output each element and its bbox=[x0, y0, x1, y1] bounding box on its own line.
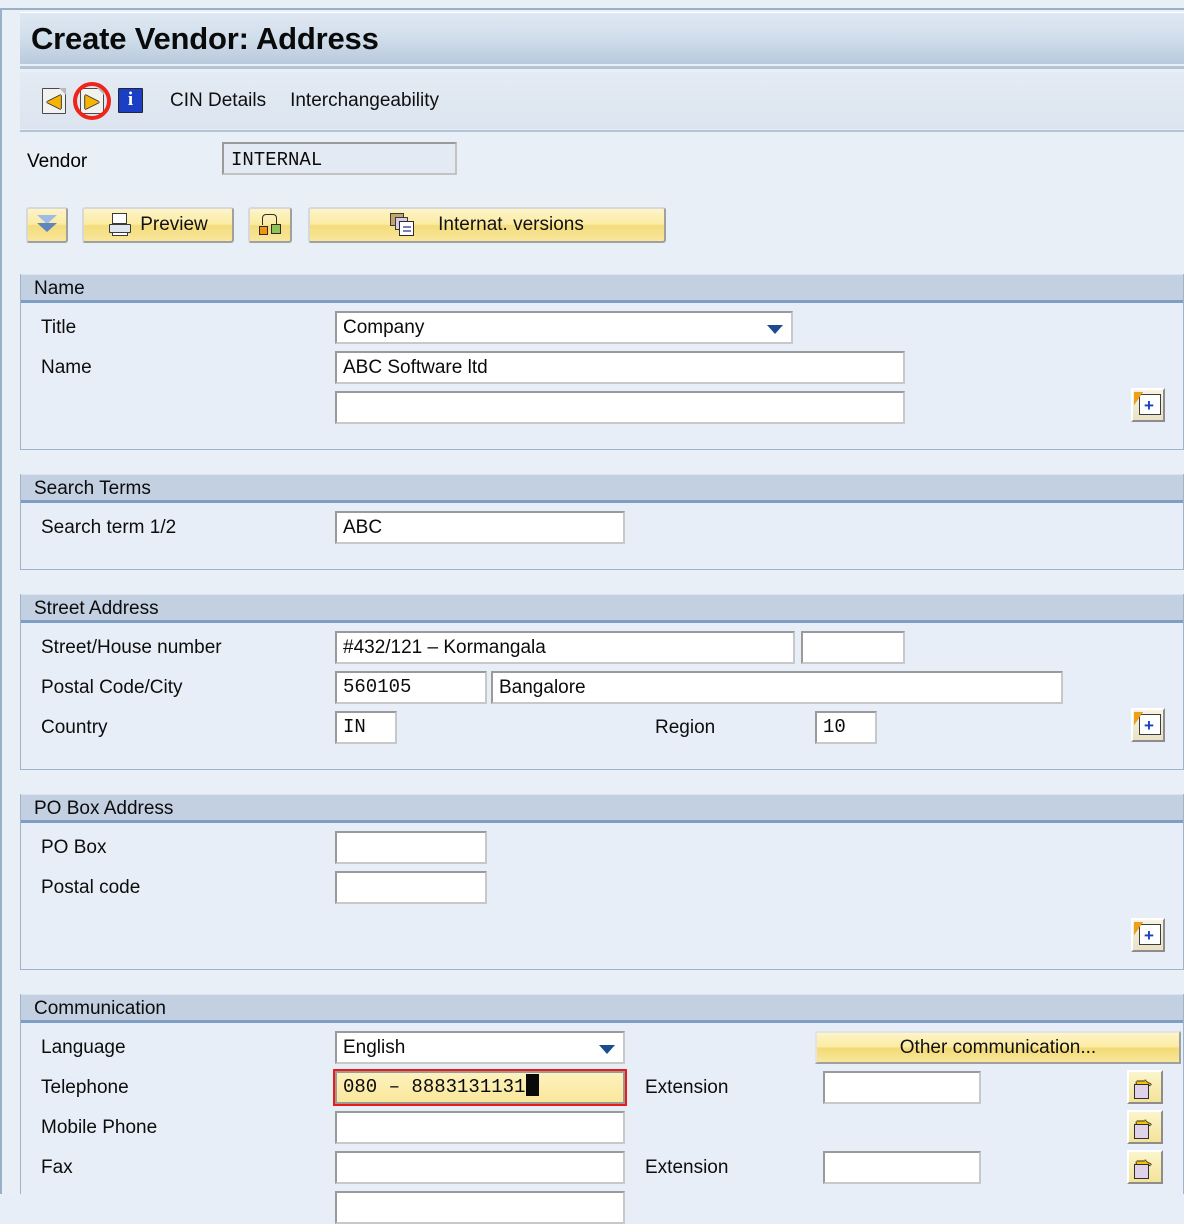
telephone-detail-arrow-button[interactable]: ➨ bbox=[1127, 1070, 1163, 1104]
address-detail-icon-pobox[interactable]: + bbox=[1131, 918, 1165, 952]
next-field-input-partial[interactable] bbox=[335, 1191, 625, 1224]
section-street-address: Street Address Street/House number #432/… bbox=[20, 594, 1184, 770]
language-label: Language bbox=[41, 1037, 126, 1058]
title-bar: Create Vendor: Address bbox=[20, 12, 1184, 64]
menu-item-interchangeability[interactable]: Interchangeability bbox=[290, 90, 439, 112]
fax-extension-input[interactable] bbox=[823, 1151, 981, 1184]
section-po-box-header: PO Box Address bbox=[21, 794, 1183, 823]
other-communication-button-label: Other communication... bbox=[899, 1036, 1097, 1058]
back-icon[interactable]: ◀ bbox=[42, 87, 68, 114]
mobile-phone-label: Mobile Phone bbox=[41, 1117, 158, 1138]
postal-city-label: Postal Code/City bbox=[41, 677, 183, 698]
name-input[interactable]: ABC Software ltd bbox=[335, 351, 905, 384]
po-postal-code-input[interactable] bbox=[335, 871, 487, 904]
documents-icon bbox=[390, 213, 416, 237]
postal-code-input[interactable]: 560105 bbox=[335, 671, 487, 704]
search-term-input[interactable]: ABC bbox=[335, 511, 625, 544]
fax-input[interactable] bbox=[335, 1151, 625, 1184]
section-communication-header: Communication bbox=[21, 994, 1183, 1023]
language-dropdown[interactable]: English bbox=[335, 1031, 625, 1064]
sap-create-vendor-address-screen: Create Vendor: Address ◀ ▶ CIN Details I… bbox=[0, 0, 1184, 1224]
title-label: Title bbox=[41, 317, 77, 338]
name2-input[interactable] bbox=[335, 391, 905, 424]
chevron-down-icon bbox=[599, 1045, 615, 1054]
title-dropdown-value: Company bbox=[343, 317, 425, 338]
relationship-icon bbox=[258, 213, 282, 237]
other-communication-button[interactable]: Other communication... bbox=[815, 1031, 1181, 1064]
text-cursor bbox=[526, 1074, 540, 1096]
street-house-label: Street/House number bbox=[41, 637, 222, 658]
forward-icon[interactable]: ▶ bbox=[73, 81, 111, 120]
action-button-bar: Preview Internat. versions bbox=[20, 196, 1184, 258]
relationships-button[interactable] bbox=[248, 207, 292, 243]
name-label: Name bbox=[41, 357, 92, 378]
telephone-input[interactable]: 080 – 8883131131 bbox=[335, 1071, 625, 1104]
section-communication: Communication Language English Other com… bbox=[20, 994, 1184, 1224]
section-name: Name Title Company Name ABC Software ltd… bbox=[20, 274, 1184, 450]
mobile-phone-input[interactable] bbox=[335, 1111, 625, 1144]
printer-icon bbox=[108, 213, 132, 237]
preview-button[interactable]: Preview bbox=[82, 207, 234, 243]
preview-button-label: Preview bbox=[140, 214, 208, 235]
fax-extension-label: Extension bbox=[645, 1157, 729, 1178]
section-name-header: Name bbox=[21, 274, 1183, 303]
telephone-extension-input[interactable] bbox=[823, 1071, 981, 1104]
search-term-label: Search term 1/2 bbox=[41, 517, 177, 538]
vendor-label: Vendor bbox=[27, 151, 88, 172]
mobile-detail-arrow-button[interactable]: ➨ bbox=[1127, 1110, 1163, 1144]
po-postal-code-label: Postal code bbox=[41, 877, 141, 898]
title-separator bbox=[20, 66, 1184, 69]
language-dropdown-value: English bbox=[343, 1037, 406, 1058]
telephone-input-value: 080 – 8883131131 bbox=[343, 1076, 526, 1098]
vendor-field[interactable]: INTERNAL bbox=[222, 142, 457, 175]
po-box-label: PO Box bbox=[41, 837, 107, 858]
fax-label: Fax bbox=[41, 1157, 73, 1178]
collapse-all-button[interactable] bbox=[26, 207, 68, 243]
region-label: Region bbox=[655, 717, 716, 738]
city-input[interactable]: Bangalore bbox=[491, 671, 1063, 704]
internat-versions-button-label: Internat. versions bbox=[438, 214, 584, 235]
region-input[interactable]: 10 bbox=[815, 711, 877, 744]
icon-toolbar: ◀ ▶ CIN Details Interchangeability bbox=[20, 72, 1184, 129]
chevron-down-icon bbox=[767, 325, 783, 334]
double-chevron-down-icon bbox=[36, 215, 58, 235]
telephone-extension-label: Extension bbox=[645, 1077, 729, 1098]
address-detail-icon-street[interactable]: + bbox=[1131, 708, 1165, 742]
house-number-input[interactable] bbox=[801, 631, 905, 664]
section-search-terms-header: Search Terms bbox=[21, 474, 1183, 503]
page-title: Create Vendor: Address bbox=[31, 20, 379, 56]
internat-versions-button[interactable]: Internat. versions bbox=[308, 207, 666, 243]
title-dropdown[interactable]: Company bbox=[335, 311, 793, 344]
country-label: Country bbox=[41, 717, 108, 738]
telephone-label: Telephone bbox=[41, 1077, 129, 1098]
street-input[interactable]: #432/121 – Kormangala bbox=[335, 631, 795, 664]
fax-detail-arrow-button[interactable]: ➨ bbox=[1127, 1150, 1163, 1184]
country-input[interactable]: IN bbox=[335, 711, 397, 744]
info-icon[interactable] bbox=[118, 87, 144, 114]
section-po-box-address: PO Box Address PO Box Postal code + bbox=[20, 794, 1184, 970]
section-street-address-header: Street Address bbox=[21, 594, 1183, 623]
vendor-row: Vendor INTERNAL bbox=[20, 132, 1184, 196]
po-box-input[interactable] bbox=[335, 831, 487, 864]
section-search-terms: Search Terms Search term 1/2 ABC bbox=[20, 474, 1184, 570]
menu-item-cin-details[interactable]: CIN Details bbox=[170, 90, 266, 112]
address-detail-icon-name[interactable]: + bbox=[1131, 388, 1165, 422]
